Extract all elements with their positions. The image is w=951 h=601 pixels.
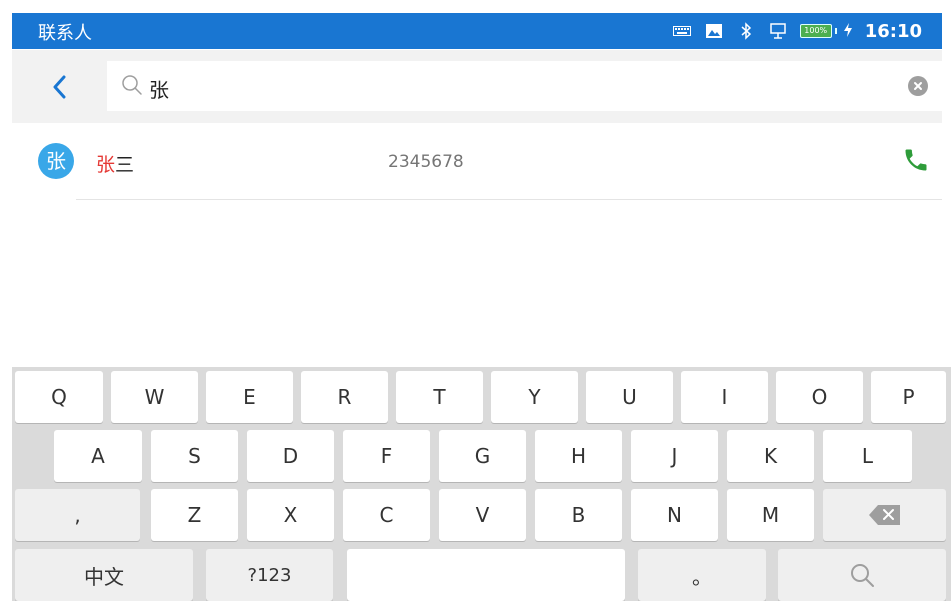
chevron-left-icon — [53, 75, 66, 99]
soft-keyboard: Q W E R T Y U I O P A S D F G H J K L , … — [12, 367, 951, 601]
key-h[interactable]: H — [535, 430, 622, 482]
status-bar: 联系人 100% 16:10 — [12, 13, 942, 49]
search-key[interactable] — [778, 549, 946, 601]
phone-icon — [905, 149, 927, 171]
bluetooth-icon — [736, 22, 756, 40]
charging-icon — [843, 22, 853, 41]
keyboard-icon — [672, 23, 692, 39]
key-i[interactable]: I — [681, 371, 768, 423]
space-key[interactable] — [347, 549, 625, 601]
avatar: 张 — [38, 143, 74, 179]
image-icon — [704, 23, 724, 39]
row-divider — [76, 199, 942, 200]
battery-icon: 100% — [799, 24, 832, 38]
key-y[interactable]: Y — [491, 371, 578, 423]
key-u[interactable]: U — [586, 371, 673, 423]
battery-cap — [834, 28, 837, 34]
key-z[interactable]: Z — [151, 489, 238, 541]
name-rest: 三 — [115, 154, 135, 176]
status-icons: 100% 16:10 — [672, 13, 942, 49]
key-e[interactable]: E — [206, 371, 293, 423]
key-q[interactable]: Q — [15, 371, 103, 423]
clock: 16:10 — [864, 20, 922, 42]
key-k[interactable]: K — [727, 430, 814, 482]
backspace-key[interactable] — [823, 489, 946, 541]
search-query: 张 — [149, 78, 169, 102]
contact-row[interactable]: 张 张三 2345678 — [12, 124, 942, 200]
key-f[interactable]: F — [343, 430, 430, 482]
key-w[interactable]: W — [111, 371, 198, 423]
key-m[interactable]: M — [727, 489, 814, 541]
clear-button[interactable] — [908, 76, 928, 96]
key-p[interactable]: P — [871, 371, 946, 423]
key-t[interactable]: T — [396, 371, 483, 423]
back-button[interactable] — [42, 70, 76, 104]
key-c[interactable]: C — [343, 489, 430, 541]
contact-name: 张三 — [96, 150, 134, 177]
key-comma[interactable]: , — [15, 489, 140, 541]
search-input[interactable]: 张 — [107, 61, 942, 111]
symbols-key[interactable]: ?123 — [206, 549, 333, 601]
key-g[interactable]: G — [439, 430, 526, 482]
contact-number: 2345678 — [388, 152, 464, 172]
call-button[interactable] — [902, 146, 930, 174]
backspace-icon — [868, 505, 900, 525]
app-title: 联系人 — [38, 23, 92, 44]
search-icon — [851, 564, 874, 587]
key-x[interactable]: X — [247, 489, 334, 541]
key-a[interactable]: A — [54, 430, 142, 482]
name-highlight: 张 — [96, 154, 116, 176]
language-key[interactable]: 中文 — [15, 549, 193, 601]
key-s[interactable]: S — [151, 430, 238, 482]
key-d[interactable]: D — [247, 430, 334, 482]
key-l[interactable]: L — [823, 430, 912, 482]
network-icon — [768, 23, 788, 39]
key-j[interactable]: J — [631, 430, 718, 482]
close-icon — [914, 82, 922, 90]
period-key[interactable]: 。 — [638, 549, 766, 601]
key-v[interactable]: V — [439, 489, 526, 541]
search-icon — [122, 75, 142, 95]
search-bar: 张 — [12, 50, 942, 123]
key-n[interactable]: N — [631, 489, 718, 541]
key-o[interactable]: O — [776, 371, 863, 423]
key-b[interactable]: B — [535, 489, 622, 541]
key-r[interactable]: R — [301, 371, 388, 423]
